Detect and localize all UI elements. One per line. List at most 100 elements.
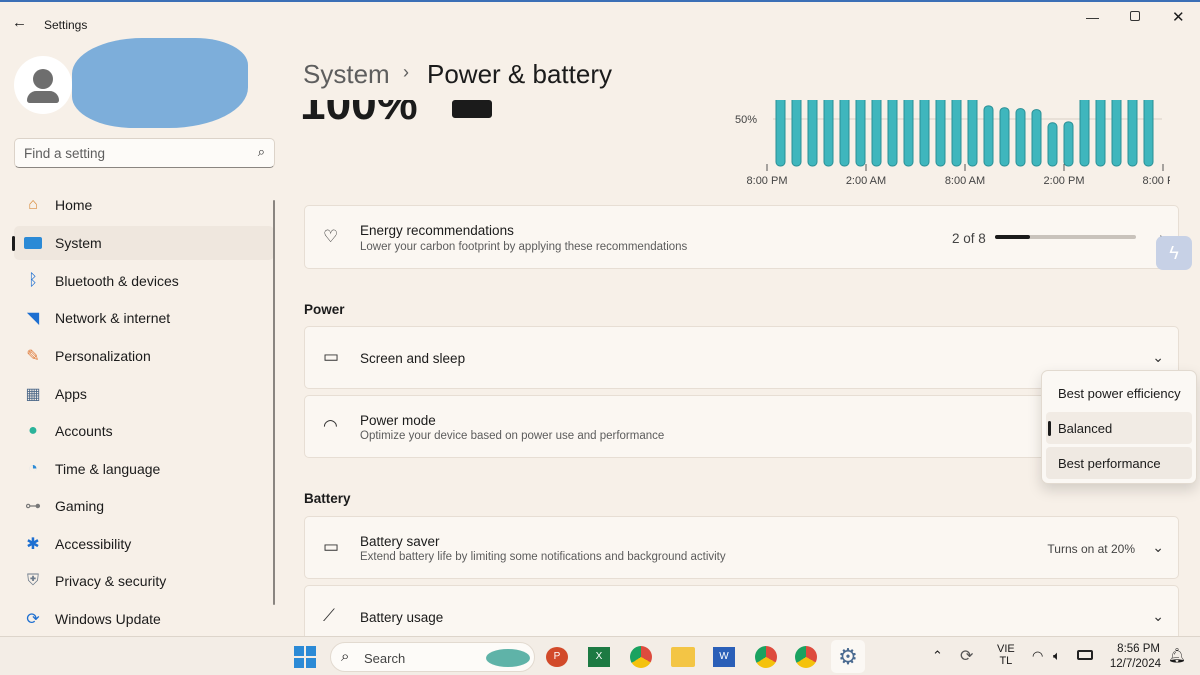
power-mode-title: Power mode [360,413,436,428]
leaf-heart-icon: ♡ [323,227,339,246]
battery-saver-title: Battery saver [360,534,440,549]
chevron-down-icon: ⌄ [1152,539,1164,555]
x-tick-label: 8:00 PM [1143,175,1170,187]
powerpoint-icon[interactable]: P [546,647,568,667]
sidebar-item-home[interactable]: ⌂ Home [14,188,274,222]
sidebar-item-label: Personalization [55,348,151,364]
search-icon: ⌕ [257,144,265,159]
sidebar-item-label: Bluetooth & devices [55,273,179,289]
controller-icon: ⊶ [25,498,41,515]
screen-sleep-icon: ▭ [323,347,340,366]
battery-saver-status: Turns on at 20% [1047,542,1135,556]
back-arrow-icon[interactable]: ← [12,14,27,31]
sidebar-item-label: Time & language [55,461,161,477]
clock-date[interactable]: 12/7/2024 [1103,658,1161,670]
start-windows-icon[interactable] [294,646,316,668]
volume-icon[interactable]: 🔈︎ [1053,648,1061,664]
menu-option-balanced[interactable]: Balanced [1046,412,1192,444]
battery-icon [452,100,492,118]
settings-app-icon[interactable]: ⚙ [831,640,865,673]
sidebar-item-network[interactable]: ◥ Network & internet [14,301,274,335]
battery-usage-title: Battery usage [360,610,444,625]
chart-bar [1031,109,1042,167]
close-icon[interactable]: ✕ [1172,8,1185,26]
energy-title: Energy recommendations [360,223,514,238]
floating-widget-icon[interactable]: ϟ [1156,236,1192,270]
battery-tray-icon[interactable] [1077,650,1093,660]
breadcrumb-system[interactable]: System [303,59,390,90]
chart-bar [1047,122,1058,167]
chevron-down-icon: ⌄ [1152,608,1164,624]
file-explorer-icon[interactable] [671,647,695,667]
taskbar-search[interactable]: ⌕ Search [330,642,535,672]
sidebar-item-accounts[interactable]: ● Accounts [14,414,274,448]
lang-top: VIE [997,643,1015,655]
x-tick-label: 8:00 AM [945,175,985,187]
sidebar-item-label: Home [55,197,93,213]
sidebar-item-time-language[interactable]: ◔ Time & language [14,452,274,486]
person-icon: ● [28,422,38,439]
menu-option-best-power-efficiency[interactable]: Best power efficiency [1046,377,1192,409]
sidebar-item-label: Privacy & security [55,573,167,589]
screen-sleep-title: Screen and sleep [360,351,466,366]
wifi-icon: ◥ [26,310,40,327]
active-indicator [12,236,15,251]
chart-bar [983,105,994,167]
sidebar-item-accessibility[interactable]: ✱ Accessibility [14,527,274,561]
chart-bar [1063,121,1074,167]
y-tick-label: 50% [735,114,757,126]
chrome-icon[interactable] [630,646,652,668]
sidebar-item-label: Accounts [55,423,113,439]
redacted-account-name [72,38,248,128]
sidebar-item-system[interactable]: System [12,226,274,260]
taskbar: ⌕ Search P X W ⚙ ⌃ ⟳ VIE TL ◠ 🔈︎ 8:56 PM … [0,636,1200,675]
x-tick-label: 8:00 PM [747,175,788,187]
energy-progress-bar [995,235,1136,239]
window-title: Settings [44,18,88,32]
sidebar-item-personalization[interactable]: ✎ Personalization [14,339,274,373]
lang-bottom: TL [999,655,1013,667]
apps-icon: ▦ [25,386,41,403]
battery-saver-icon: ▭ [323,537,340,556]
sidebar-scrollbar[interactable] [273,200,275,605]
chart-bar [1015,108,1026,167]
search-input[interactable]: Find a setting ⌕ [14,138,275,168]
energy-recommendations-card[interactable]: ♡ Energy recommendations Lower your carb… [304,205,1179,269]
sidebar-item-gaming[interactable]: ⊶ Gaming [14,489,274,523]
header: System › Power & battery [290,40,1200,100]
title-bar: ← Settings — ✕ [0,0,1200,40]
avatar[interactable] [14,56,72,114]
search-icon: ⌕ [341,648,350,665]
menu-option-best-performance[interactable]: Best performance [1046,447,1192,479]
notification-bell-icon[interactable]: 🔔︎ [1168,647,1186,664]
chart-bar [999,107,1010,167]
wifi-icon[interactable]: ◠ [1032,648,1043,664]
chrome-profile-n-icon[interactable] [795,646,817,668]
search-highlight-icon [486,649,530,667]
sidebar-item-label: Network & internet [55,310,171,326]
sidebar-item-apps[interactable]: ▦ Apps [14,377,274,411]
update-icon: ⟳ [26,611,40,628]
clock-globe-icon: ◔ [28,460,38,477]
battery-saver-subtitle: Extend battery life by limiting some not… [360,551,726,563]
chevron-up-icon[interactable]: ⌃ [932,648,943,664]
sync-icon[interactable]: ⟳ [960,646,973,666]
language-indicator[interactable]: VIE TL [997,643,1015,667]
sidebar-item-label: Windows Update [55,611,161,627]
page-title: Power & battery [427,59,612,89]
restore-icon[interactable] [1130,11,1140,21]
battery-saver-card[interactable]: ▭ Battery saver Extend battery life by l… [304,516,1179,579]
chart-line-icon: ⟋ [323,606,335,625]
word-icon[interactable]: W [713,647,735,667]
x-tick-label: 2:00 AM [846,175,886,187]
minimize-icon[interactable]: — [1086,10,1099,25]
sidebar-item-windows-update[interactable]: ⟳ Windows Update [14,602,274,636]
accessibility-icon: ✱ [26,536,40,553]
excel-icon[interactable]: X [588,647,610,667]
sidebar-item-bluetooth[interactable]: ᛒ Bluetooth & devices [14,264,274,298]
system-icon [23,233,43,253]
option-label: Best power efficiency [1058,385,1181,401]
sidebar-item-privacy[interactable]: ⛨ Privacy & security [14,564,274,598]
chrome-profile-y-icon[interactable] [755,646,777,668]
clock-time[interactable]: 8:56 PM [1108,643,1160,655]
